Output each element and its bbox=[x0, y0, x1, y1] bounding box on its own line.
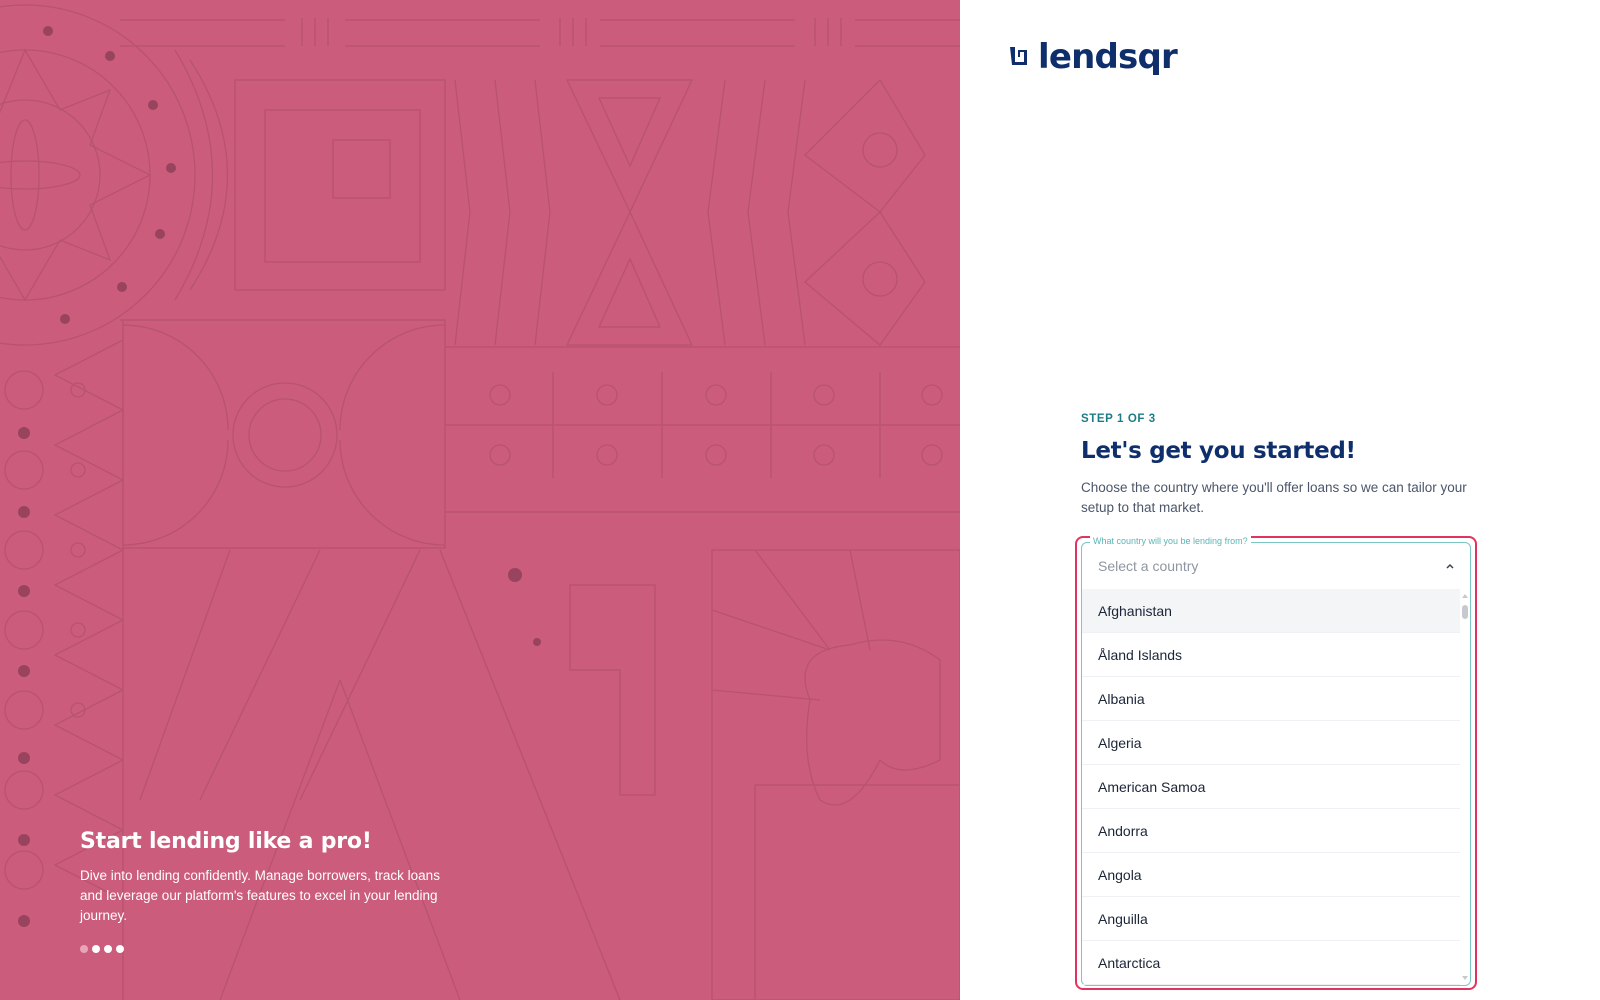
country-option[interactable]: Antarctica bbox=[1082, 941, 1460, 985]
scroll-down-arrow-icon[interactable] bbox=[1462, 975, 1468, 981]
country-option[interactable]: Angola bbox=[1082, 853, 1460, 897]
brand-name: lendsqr bbox=[1038, 37, 1178, 77]
country-option[interactable]: Albania bbox=[1082, 677, 1460, 721]
scroll-up-arrow-icon[interactable] bbox=[1462, 593, 1468, 599]
country-option[interactable]: Anguilla bbox=[1082, 897, 1460, 941]
country-select-placeholder: Select a country bbox=[1098, 558, 1199, 574]
country-select[interactable]: What country will you be lending from? S… bbox=[1081, 535, 1471, 986]
country-dropdown-list[interactable]: Afghanistan Åland Islands Albania Algeri… bbox=[1082, 589, 1470, 985]
form-panel: lendsqr STEP 1 OF 3 Let's get you starte… bbox=[960, 0, 1600, 1000]
hero-title: Start lending like a pro! bbox=[80, 829, 372, 854]
country-option[interactable]: Algeria bbox=[1082, 721, 1460, 765]
carousel-dot[interactable] bbox=[116, 945, 124, 953]
hero-description: Dive into lending confidently. Manage bo… bbox=[80, 868, 440, 923]
country-select-trigger[interactable]: Select a country bbox=[1082, 543, 1470, 589]
country-option[interactable]: Andorra bbox=[1082, 809, 1460, 853]
carousel-dot[interactable] bbox=[92, 945, 100, 953]
step-indicator: STEP 1 OF 3 bbox=[1081, 413, 1156, 425]
brand-logo[interactable]: lendsqr bbox=[1008, 37, 1178, 77]
carousel-indicators bbox=[80, 945, 124, 953]
lendsqr-logo-icon bbox=[1010, 47, 1027, 65]
country-option[interactable]: Afghanistan bbox=[1082, 589, 1460, 633]
carousel-dot[interactable] bbox=[80, 945, 88, 953]
hero-panel: Start lending like a pro! Dive into lend… bbox=[0, 0, 960, 1000]
hero-content: Start lending like a pro! Dive into lend… bbox=[80, 828, 440, 926]
country-option[interactable]: American Samoa bbox=[1082, 765, 1460, 809]
dropdown-scrollbar[interactable] bbox=[1462, 593, 1468, 981]
carousel-dot[interactable] bbox=[104, 945, 112, 953]
page-description: Choose the country where you'll offer lo… bbox=[1081, 480, 1467, 515]
scroll-thumb[interactable] bbox=[1462, 605, 1468, 619]
country-option[interactable]: Åland Islands bbox=[1082, 633, 1460, 677]
chevron-up-icon bbox=[1446, 563, 1454, 569]
page-title: Let's get you started! bbox=[1081, 438, 1356, 464]
